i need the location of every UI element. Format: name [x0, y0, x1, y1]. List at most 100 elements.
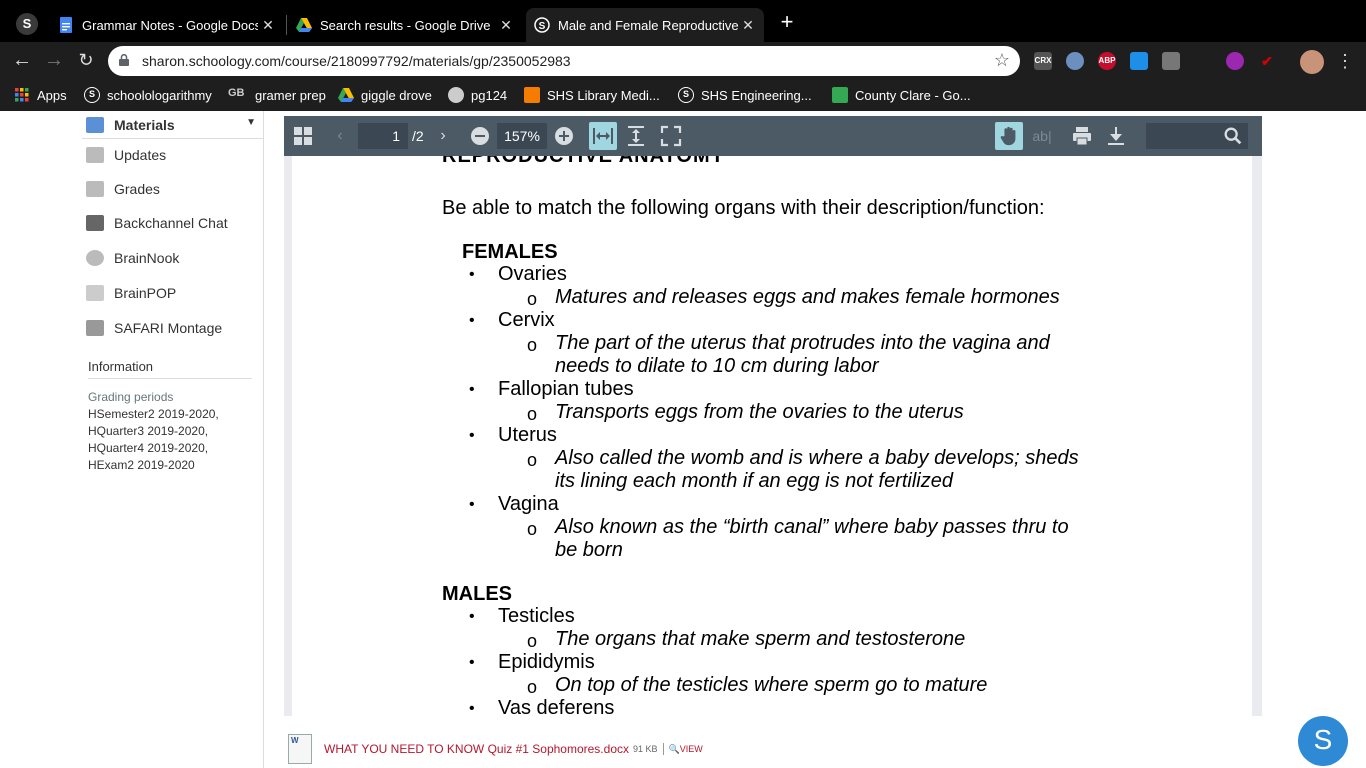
sidebar-item-grades[interactable]: Grades — [86, 175, 160, 203]
bookmarks-bar: Apps S schoolologarithmy GB gramer prep … — [0, 80, 1366, 111]
organ-description: Also known as the “birth canal” where ba… — [555, 516, 1069, 538]
pdf-viewport[interactable]: REPRODUCTIVE ANATOMY Be able to match th… — [284, 156, 1262, 716]
check-red-icon[interactable]: ✔ — [1258, 52, 1276, 70]
sidebar-item-brainnook[interactable]: BrainNook — [86, 244, 179, 272]
sub-bullet-icon: o — [527, 335, 538, 355]
schoology-help-button[interactable]: S — [1298, 716, 1348, 766]
back-button[interactable]: ← — [10, 49, 34, 73]
bookmark-label: SHS Library Medi... — [547, 87, 660, 103]
sidebar-item-safari-montage[interactable]: SAFARI Montage — [86, 314, 222, 342]
sidebar-item-updates[interactable]: Updates — [86, 141, 166, 169]
tab-grammar-notes[interactable]: Grammar Notes - Google Docs ✕ — [50, 8, 284, 42]
organ-name: Uterus — [498, 424, 557, 446]
adblock-plus-icon[interactable]: ABP — [1098, 52, 1116, 70]
next-page-icon[interactable]: › — [431, 124, 455, 148]
materials-icon — [86, 117, 104, 133]
sidebar-item-label: SAFARI Montage — [114, 320, 223, 336]
lock-icon — [119, 54, 129, 66]
globe-icon — [448, 87, 464, 103]
checkmark-icon[interactable] — [1130, 52, 1148, 70]
text-select-icon[interactable]: ab| — [1030, 124, 1054, 148]
forward-button[interactable]: → — [42, 49, 66, 73]
apps-dark-icon[interactable] — [1194, 52, 1212, 70]
schoology-icon: S — [534, 17, 550, 33]
library-icon — [524, 87, 540, 103]
bookmark-schoolologarithmy[interactable]: S schoolologarithmy — [84, 86, 212, 104]
bookmark-shs-engineering[interactable]: S SHS Engineering... — [678, 86, 812, 104]
download-icon[interactable] — [1104, 124, 1128, 148]
view-label: VIEW — [679, 743, 703, 754]
menu-dots-icon[interactable]: ⋮ — [1336, 50, 1354, 72]
close-icon[interactable]: ✕ — [258, 17, 278, 34]
sidebar-item-materials[interactable]: Materials — [86, 111, 175, 139]
reload-button[interactable]: ↻ — [74, 49, 98, 73]
sub-bullet-icon: o — [527, 404, 538, 424]
view-link[interactable]: 🔍VIEW — [669, 744, 703, 755]
zoom-in-icon[interactable] — [552, 124, 576, 148]
fullscreen-icon[interactable] — [659, 124, 683, 148]
organ-name: Ovaries — [498, 263, 567, 285]
zoom-level-input[interactable]: 157% — [497, 123, 547, 149]
schoology-icon: S — [678, 87, 694, 103]
bookmark-star-icon[interactable]: ☆ — [994, 50, 1010, 71]
organ-description: The organs that make sperm and testoster… — [555, 628, 966, 650]
thumbnails-grid-icon[interactable] — [291, 124, 315, 148]
tab-google-drive[interactable]: Search results - Google Drive ✕ — [288, 8, 522, 42]
bookmark-shs-library[interactable]: SHS Library Medi... — [524, 86, 660, 104]
grading-period: HExam2 2019-2020 — [88, 458, 195, 472]
bullet-icon: • — [469, 700, 475, 716]
profile-avatar[interactable] — [1300, 50, 1324, 74]
bullet-icon: • — [469, 654, 475, 671]
zoom-out-icon[interactable] — [468, 124, 492, 148]
hand-tool-button[interactable] — [995, 122, 1023, 150]
sub-bullet-icon: o — [527, 631, 538, 651]
bookmark-label: Apps — [37, 87, 67, 103]
google-maps-icon — [832, 87, 848, 103]
tab-reproductive[interactable]: S Male and Female Reproductive ✕ — [526, 8, 764, 42]
bookmark-county-clare[interactable]: County Clare - Go... — [832, 86, 971, 104]
grading-period: HQuarter4 2019-2020, — [88, 441, 209, 455]
sidebar-item-backchannel-chat[interactable]: Backchannel Chat — [86, 209, 228, 237]
close-icon[interactable]: ✕ — [496, 17, 516, 34]
bookmark-pg124[interactable]: pg124 — [448, 86, 507, 104]
browser-toolbar: ← → ↻ sharon.schoology.com/course/218099… — [0, 42, 1366, 80]
bookmark-label: giggle drove — [361, 87, 432, 103]
section-title: MALES — [442, 583, 512, 605]
fit-page-icon[interactable] — [624, 124, 648, 148]
bookmark-gramer-prep[interactable]: GB gramer prep — [228, 86, 326, 104]
organ-name: Vas deferens — [498, 697, 615, 716]
bookmark-apps[interactable]: Apps — [14, 86, 67, 104]
url-text: sharon.schoology.com/course/2180997792/m… — [142, 53, 571, 69]
schoology-app-icon[interactable]: S — [16, 13, 38, 35]
materials-dropdown[interactable]: Materials ▼ — [82, 111, 264, 139]
pdf-search-input[interactable] — [1146, 123, 1248, 149]
svg-text:S: S — [539, 21, 546, 32]
new-tab-button[interactable]: + — [776, 11, 798, 34]
grading-period: HQuarter3 2019-2020, — [88, 424, 209, 438]
safari-montage-icon — [86, 320, 104, 336]
organ-name: Cervix — [498, 309, 555, 331]
close-icon[interactable]: ✕ — [738, 17, 758, 34]
hand-icon — [1000, 126, 1016, 146]
print-icon[interactable] — [1070, 124, 1094, 148]
organ-description: its lining each month if an egg is not f… — [555, 470, 953, 492]
bullet-icon: • — [469, 381, 475, 398]
page-number-input[interactable]: 1 — [358, 123, 408, 149]
bookmark-label: gramer prep — [255, 87, 326, 103]
attachment-link[interactable]: WHAT YOU NEED TO KNOW Quiz #1 Sophomores… — [324, 742, 629, 756]
sidebar-item-brainpop[interactable]: BrainPOP — [86, 279, 176, 307]
crx-icon[interactable]: CRX — [1034, 52, 1052, 70]
address-bar[interactable]: sharon.schoology.com/course/2180997792/m… — [108, 46, 1020, 76]
tab-title: Male and Female Reproductive — [558, 17, 738, 33]
sub-bullet-icon: o — [527, 677, 538, 697]
briefcase-icon[interactable] — [1162, 52, 1180, 70]
fit-width-button[interactable] — [589, 122, 617, 150]
document-heading: REPRODUCTIVE ANATOMY — [442, 156, 725, 167]
owl-icon[interactable] — [1066, 52, 1084, 70]
bookmark-giggle-drove[interactable]: giggle drove — [338, 86, 432, 104]
organ-description: needs to dilate to 10 cm during labor — [555, 355, 879, 377]
chevron-down-icon: ▼ — [246, 117, 256, 128]
bullet-icon: • — [469, 266, 475, 283]
previous-page-icon[interactable]: ‹ — [328, 124, 352, 148]
color-picker-icon[interactable] — [1226, 52, 1244, 70]
